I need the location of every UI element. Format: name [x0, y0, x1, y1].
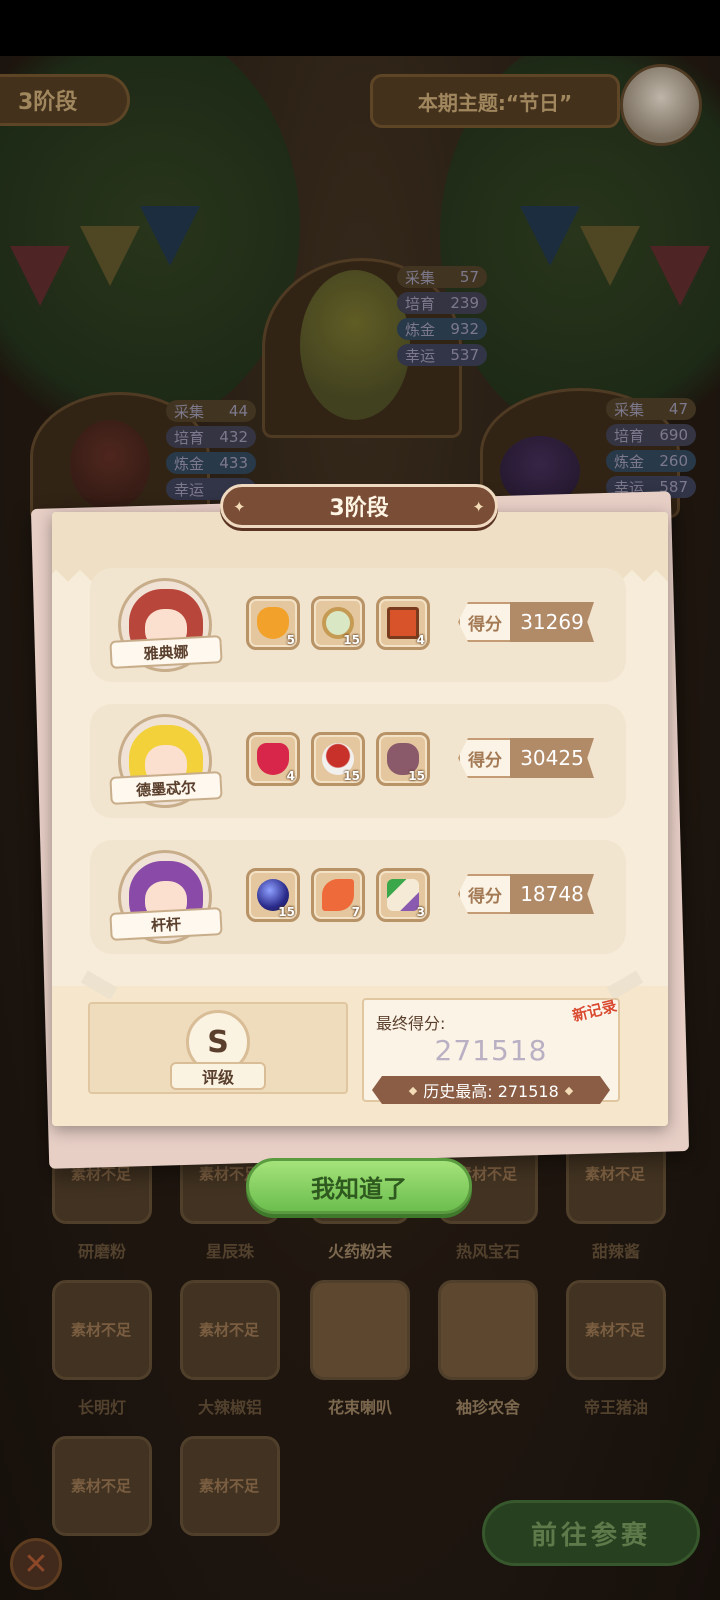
history-best: ◆ 历史最高: 271518 ◆: [372, 1076, 610, 1104]
result-row: 雅典娜 5 15 4 得分 31269: [90, 568, 626, 682]
modal-title: 3阶段: [329, 496, 389, 521]
ruby-gem-icon[interactable]: 4: [246, 732, 300, 786]
diamond-icon: ◆: [408, 1083, 418, 1097]
result-row: 德墨忒尔 4 15 15 得分 30425: [90, 704, 626, 818]
status-bar: [0, 0, 720, 56]
score-label: 得分: [458, 874, 512, 914]
ruby-graphic: [257, 743, 289, 775]
rank-label: 评级: [170, 1062, 266, 1090]
bouquet-graphic: [387, 879, 419, 911]
item-count: 7: [351, 905, 360, 919]
diamond-icon: ◆: [564, 1083, 574, 1097]
sparkle-icon: ✦: [472, 498, 485, 516]
honey-jar-graphic: [257, 607, 289, 639]
score-badge: 得分 30425: [458, 738, 594, 778]
flower-petal-icon[interactable]: 7: [311, 868, 365, 922]
modal-title-ribbon: ✦ 3阶段 ✦: [220, 484, 498, 528]
spice-bowl-icon[interactable]: 15: [311, 732, 365, 786]
score-value: 31269: [510, 602, 594, 642]
final-score-panel: 最终得分: 271518 新记录 ◆ 历史最高: 271518 ◆: [362, 996, 620, 1104]
item-count: 15: [278, 905, 295, 919]
new-record-stamp: 新记录: [570, 996, 619, 1026]
book-icon[interactable]: 4: [376, 596, 430, 650]
character-name: 杆杆: [109, 907, 223, 941]
result-modal: 雅典娜 5 15 4 得分 31269 德墨忒尔 4 15 15 得分 3042…: [52, 512, 668, 1126]
score-badge: 得分 18748: [458, 874, 594, 914]
sparkle-icon: ✦: [233, 498, 246, 516]
item-count: 15: [408, 769, 425, 783]
flower-petal-graphic: [322, 879, 354, 911]
summary-area: S 评级 最终得分: 271518 新记录 ◆ 历史最高: 271518 ◆: [52, 970, 668, 1126]
score-value: 18748: [510, 874, 594, 914]
score-badge: 得分 31269: [458, 602, 594, 642]
item-count: 4: [416, 633, 425, 647]
bouquet-horn-icon[interactable]: 3: [376, 868, 430, 922]
final-score-label: 最终得分:: [376, 1014, 446, 1033]
tape-strip: [80, 970, 118, 1000]
character-name: 雅典娜: [109, 635, 223, 669]
rank-panel: S 评级: [88, 1002, 348, 1094]
item-count: 4: [286, 769, 295, 783]
final-score-value: 271518: [434, 1034, 548, 1067]
character-name: 德墨忒尔: [109, 771, 223, 805]
item-count: 15: [343, 633, 360, 647]
vase-icon[interactable]: 15: [376, 732, 430, 786]
score-value: 30425: [510, 738, 594, 778]
score-label: 得分: [458, 602, 512, 642]
item-count: 15: [343, 769, 360, 783]
score-label: 得分: [458, 738, 512, 778]
result-row: 杆杆 15 7 3 得分 18748: [90, 840, 626, 954]
book-graphic: [387, 607, 419, 639]
mirror-icon[interactable]: 15: [311, 596, 365, 650]
history-best-label: 历史最高: 271518: [423, 1082, 559, 1101]
star-orb-icon[interactable]: 15: [246, 868, 300, 922]
honey-jar-icon[interactable]: 5: [246, 596, 300, 650]
item-count: 3: [416, 905, 425, 919]
ok-button[interactable]: 我知道了: [246, 1158, 472, 1214]
item-count: 5: [286, 633, 295, 647]
